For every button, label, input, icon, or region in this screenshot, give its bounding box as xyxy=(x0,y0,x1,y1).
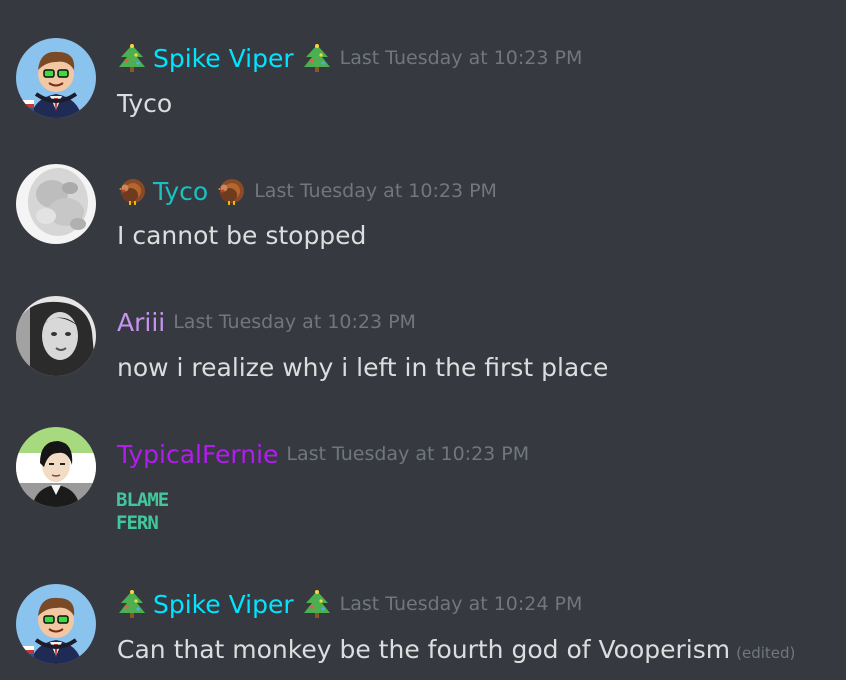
emote-text-line: BLAME xyxy=(116,489,169,511)
author-name[interactable]: TypicalFernie xyxy=(117,440,278,469)
timestamp[interactable]: Last Tuesday at 10:23 PM xyxy=(340,47,583,69)
christmas-tree-icon xyxy=(117,43,147,73)
author-name[interactable]: Spike Viper xyxy=(153,44,294,73)
turkey-icon xyxy=(216,176,246,206)
message-header: Ariii Last Tuesday at 10:23 PM xyxy=(117,307,416,337)
message-text: Can that monkey be the fourth god of Voo… xyxy=(117,635,731,664)
timestamp[interactable]: Last Tuesday at 10:23 PM xyxy=(286,443,529,465)
christmas-tree-icon xyxy=(117,589,147,619)
christmas-tree-icon xyxy=(302,589,332,619)
author-name[interactable]: Ariii xyxy=(117,308,165,337)
avatar-ariii[interactable] xyxy=(16,296,96,376)
message-content: Can that monkey be the fourth god of Voo… xyxy=(117,635,795,664)
turkey-icon xyxy=(117,176,147,206)
message-content: now i realize why i left in the first pl… xyxy=(117,353,609,382)
author-name[interactable]: Tyco xyxy=(153,177,208,206)
message-content: I cannot be stopped xyxy=(117,221,367,250)
edited-label: (edited) xyxy=(736,644,796,662)
avatar-spike-viper[interactable] xyxy=(16,38,96,118)
avatar-spike-viper[interactable] xyxy=(16,584,96,664)
timestamp[interactable]: Last Tuesday at 10:23 PM xyxy=(254,180,497,202)
timestamp[interactable]: Last Tuesday at 10:23 PM xyxy=(173,311,416,333)
emote-text-line: FERN xyxy=(116,512,159,534)
avatar-typicalfernie[interactable] xyxy=(16,427,96,507)
blame-fern-emote[interactable]: BLAME FERN xyxy=(116,489,169,535)
message-header: TypicalFernie Last Tuesday at 10:23 PM xyxy=(117,439,529,469)
avatar-tyco[interactable] xyxy=(16,164,96,244)
christmas-tree-icon xyxy=(302,43,332,73)
author-name[interactable]: Spike Viper xyxy=(153,590,294,619)
message-content: Tyco xyxy=(117,89,173,118)
message-header: Tyco Last Tuesday at 10:23 PM xyxy=(117,176,497,206)
timestamp[interactable]: Last Tuesday at 10:24 PM xyxy=(340,593,583,615)
message-header: Spike Viper Last Tuesday at 10:24 PM xyxy=(117,589,582,619)
message-header: Spike Viper Last Tuesday at 10:23 PM xyxy=(117,43,582,73)
